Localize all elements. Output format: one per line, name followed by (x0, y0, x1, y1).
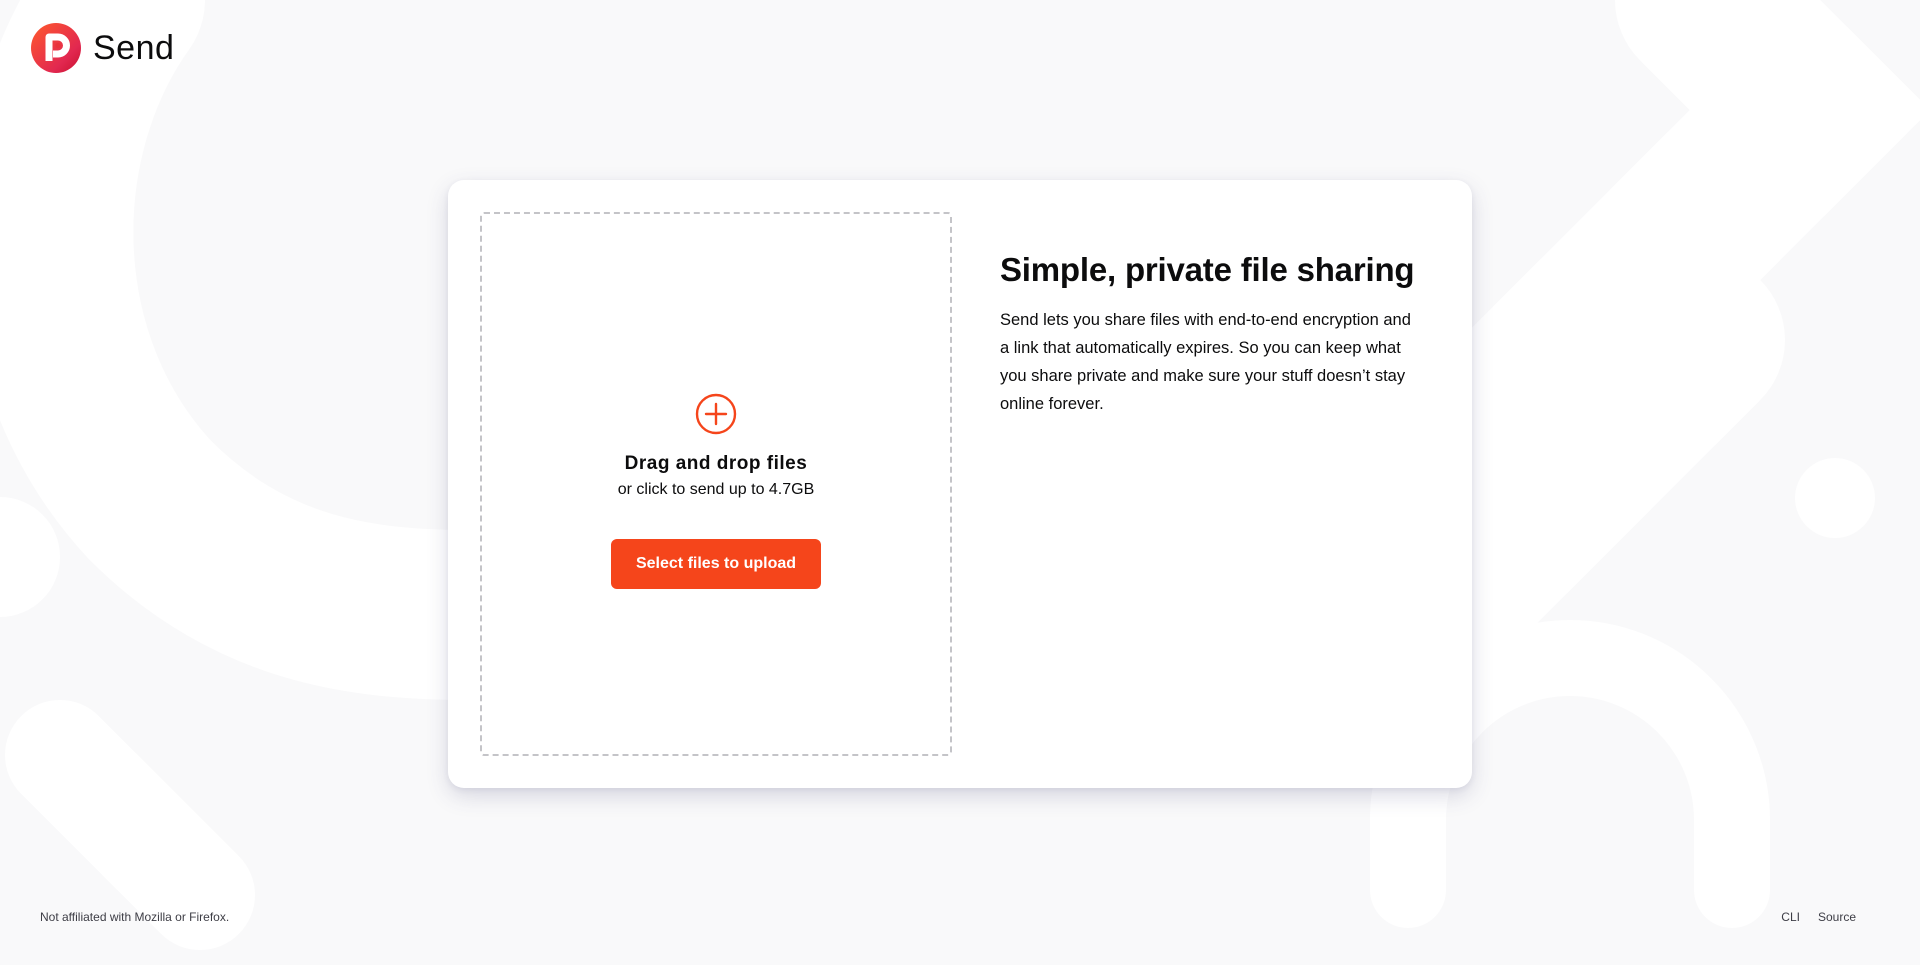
upload-card: Drag and drop files or click to send up … (448, 180, 1472, 788)
page-title: Simple, private file sharing (1000, 251, 1415, 288)
footer-disclaimer: Not affiliated with Mozilla or Firefox. (40, 910, 230, 924)
app-header: Send (31, 23, 174, 73)
select-files-button[interactable]: Select files to upload (611, 539, 821, 589)
footer-links: CLI Source (1781, 910, 1856, 924)
upload-dropzone[interactable]: Drag and drop files or click to send up … (480, 212, 952, 756)
dropzone-subtitle: or click to send up to 4.7GB (617, 481, 815, 498)
intro-section: Simple, private file sharing Send lets y… (1000, 250, 1440, 418)
plus-circle-icon (695, 393, 737, 435)
intro-description: Send lets you share files with end-to-en… (1000, 310, 1411, 413)
brand-name[interactable]: Send (93, 29, 174, 68)
dropzone-title: Drag and drop files (624, 453, 808, 474)
footer-link-source[interactable]: Source (1818, 910, 1856, 924)
send-logo-icon[interactable] (31, 23, 81, 73)
footer-link-cli[interactable]: CLI (1781, 910, 1800, 924)
